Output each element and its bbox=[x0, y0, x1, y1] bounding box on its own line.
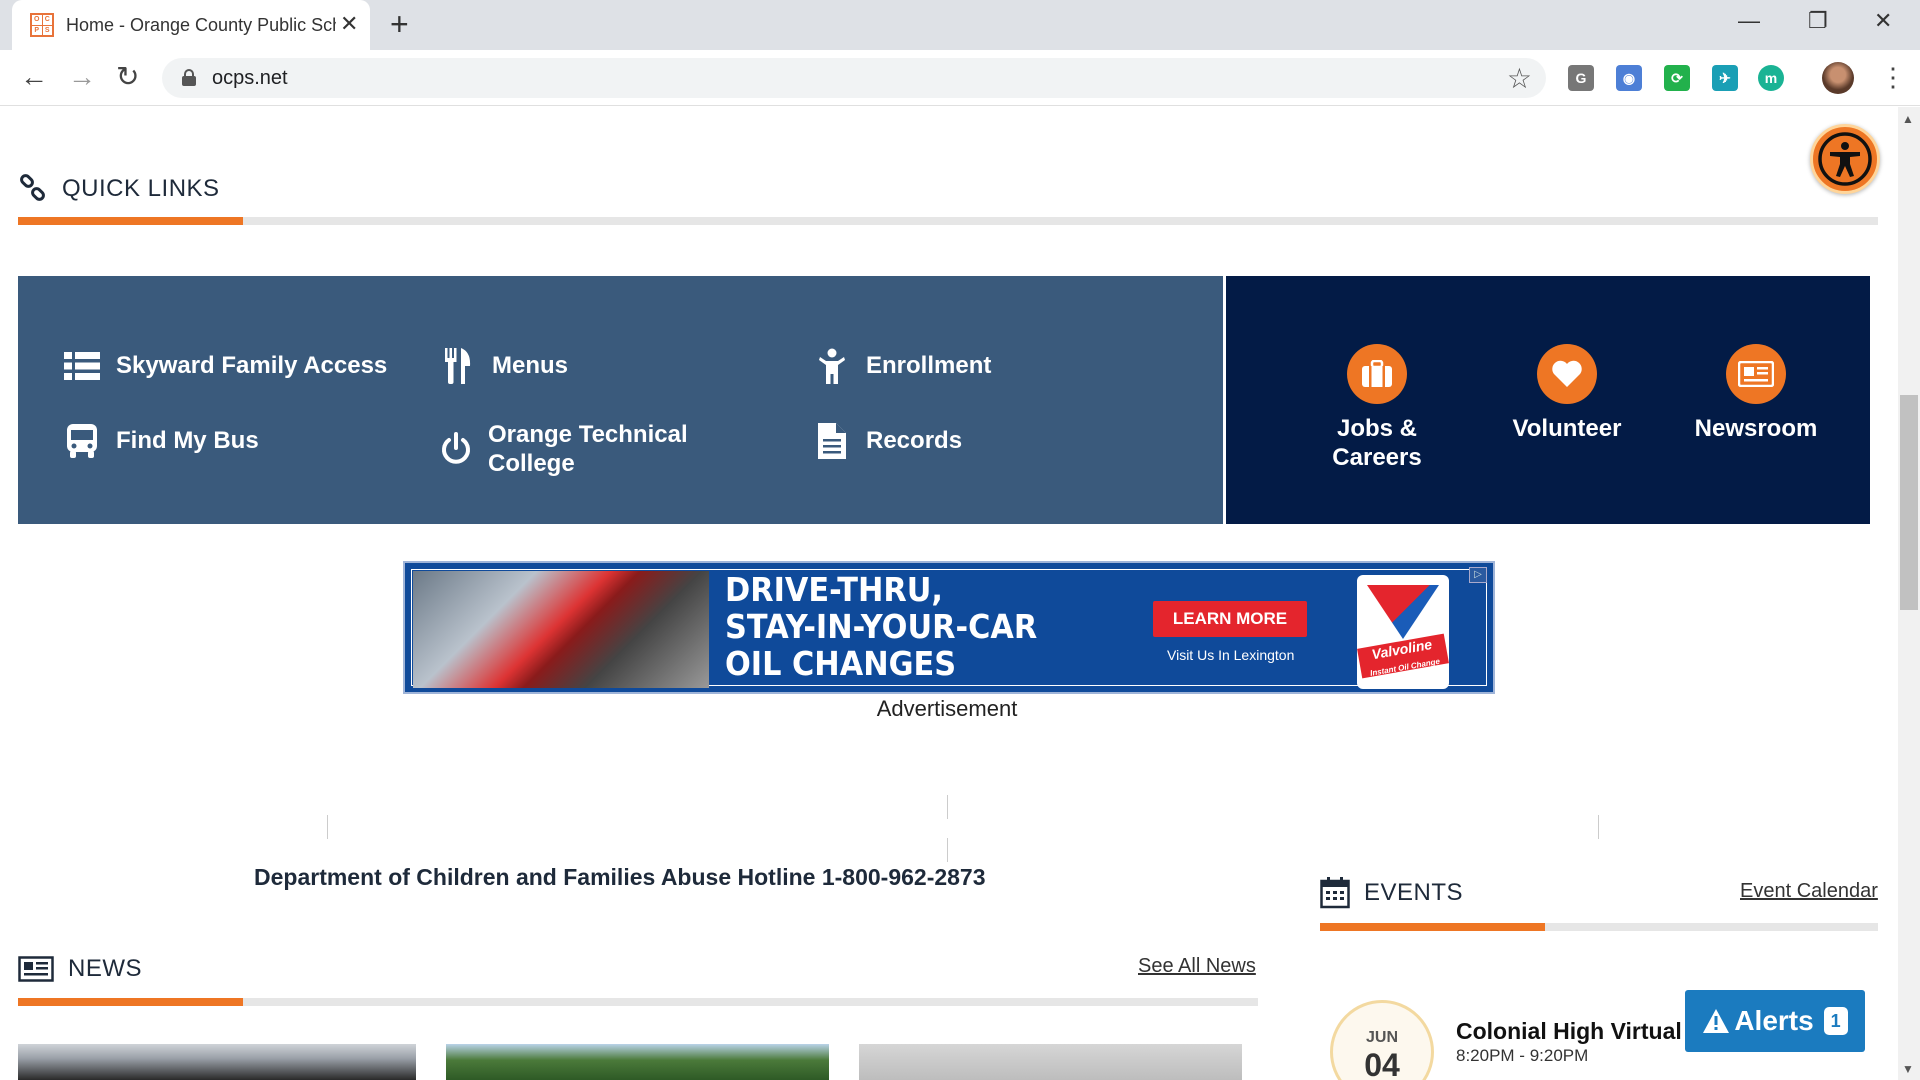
quick-link-skyward[interactable]: Skyward Family Access bbox=[64, 348, 387, 384]
divider bbox=[1598, 815, 1599, 839]
back-icon[interactable]: ← bbox=[20, 62, 48, 92]
advertisement-caption-row: Advertisement bbox=[0, 696, 1898, 722]
utensils-icon bbox=[440, 348, 476, 384]
scroll-up-icon[interactable]: ▲ bbox=[1902, 112, 1914, 126]
featured-link-volunteer[interactable]: Volunteer bbox=[1482, 344, 1652, 443]
camera-extension-icon[interactable]: ◉ bbox=[1616, 65, 1642, 91]
m-extension-icon[interactable]: m bbox=[1758, 65, 1784, 91]
featured-link-label: Newsroom bbox=[1694, 415, 1818, 442]
browser-tab[interactable]: O C P S Home - Orange County Public Scho… bbox=[12, 0, 370, 50]
ad-subtext: Visit Us In Lexington bbox=[1167, 647, 1295, 663]
briefcase-icon bbox=[1347, 344, 1407, 404]
alerts-count-badge: 1 bbox=[1823, 1007, 1848, 1035]
ad-choices-icon[interactable]: ▷ bbox=[1469, 567, 1487, 583]
see-all-news-link[interactable]: See All News bbox=[1138, 955, 1256, 978]
list-icon bbox=[64, 348, 100, 384]
event-calendar-link[interactable]: Event Calendar bbox=[1740, 880, 1878, 903]
newspaper-icon bbox=[18, 956, 54, 982]
forward-icon[interactable]: → bbox=[68, 62, 96, 92]
restore-icon[interactable]: ❐ bbox=[1808, 6, 1828, 36]
featured-link-label: Jobs & Careers bbox=[1332, 415, 1422, 471]
quick-link-orange-technical-college[interactable]: Orange Technical College bbox=[440, 420, 700, 478]
ad-learn-more-button[interactable]: LEARN MORE bbox=[1153, 601, 1307, 637]
events-underline bbox=[1320, 923, 1878, 931]
events-title: EVENTS bbox=[1364, 879, 1464, 906]
bus-icon bbox=[64, 423, 100, 459]
minimize-icon[interactable]: — bbox=[1738, 6, 1760, 36]
news-heading: NEWS bbox=[18, 955, 142, 983]
event-title-link[interactable]: Colonial High Virtual bbox=[1456, 1018, 1682, 1045]
new-tab-icon[interactable]: + bbox=[390, 8, 409, 40]
featured-link-label: Volunteer bbox=[1512, 415, 1622, 442]
event-date-badge: JUN 04 bbox=[1330, 1000, 1434, 1080]
child-icon bbox=[814, 348, 850, 384]
url-text[interactable]: ocps.net bbox=[212, 67, 288, 90]
browser-menu-icon[interactable]: ⋮ bbox=[1880, 62, 1906, 92]
divider bbox=[327, 815, 328, 839]
featured-link-newsroom[interactable]: Newsroom bbox=[1671, 344, 1841, 443]
heart-icon bbox=[1537, 344, 1597, 404]
address-bar[interactable]: ocps.net ☆ bbox=[162, 58, 1546, 98]
sync-extension-icon[interactable]: ⟳ bbox=[1664, 65, 1690, 91]
featured-link-jobs-careers[interactable]: Jobs & Careers bbox=[1292, 344, 1462, 472]
lock-icon bbox=[182, 69, 196, 86]
reload-icon[interactable]: ↻ bbox=[116, 62, 139, 92]
tab-strip: O C P S Home - Orange County Public Scho… bbox=[0, 0, 1920, 50]
event-time: 8:20PM - 9:20PM bbox=[1456, 1046, 1589, 1065]
ad-headline: DRIVE-THRU, STAY-IN-YOUR-CAR OIL CHANGES bbox=[725, 570, 1038, 683]
profile-avatar[interactable] bbox=[1822, 62, 1854, 94]
bookmark-star-icon[interactable]: ☆ bbox=[1507, 62, 1532, 95]
power-icon bbox=[440, 431, 472, 467]
advertisement-banner[interactable]: DRIVE-THRU, STAY-IN-YOUR-CAR OIL CHANGES… bbox=[403, 561, 1495, 694]
quick-links-underline bbox=[18, 217, 1878, 225]
quick-links-heading: QUICK LINKS bbox=[18, 174, 220, 204]
window-close-icon[interactable]: ✕ bbox=[1874, 6, 1892, 36]
valvoline-logo: Valvoline Instant Oil Change bbox=[1357, 575, 1449, 689]
news-card-image[interactable] bbox=[18, 1044, 416, 1080]
alerts-button[interactable]: Alerts 1 bbox=[1685, 990, 1865, 1052]
tab-title: Home - Orange County Public Schools bbox=[66, 15, 336, 35]
scroll-down-icon[interactable]: ▼ bbox=[1902, 1062, 1914, 1076]
featured-links-panel: Jobs & Careers Volunteer Newsroom bbox=[1226, 276, 1870, 524]
news-card-image[interactable] bbox=[859, 1044, 1242, 1080]
scrollbar-thumb[interactable] bbox=[1900, 395, 1918, 610]
document-icon bbox=[814, 423, 850, 459]
ocps-favicon-icon: O C P S bbox=[30, 13, 54, 37]
accessibility-button[interactable] bbox=[1810, 124, 1880, 194]
badge-extension-icon[interactable]: ✈ bbox=[1712, 65, 1738, 91]
link-icon bbox=[20, 174, 45, 201]
event-month: JUN bbox=[1365, 1029, 1398, 1046]
quick-link-records[interactable]: Records bbox=[814, 423, 962, 459]
quick-links-title: QUICK LINKS bbox=[62, 175, 220, 202]
close-tab-icon[interactable]: ✕ bbox=[340, 12, 358, 36]
events-heading: EVENTS bbox=[1320, 877, 1463, 909]
quick-link-enrollment[interactable]: Enrollment bbox=[814, 348, 991, 384]
news-title: NEWS bbox=[68, 955, 142, 982]
divider bbox=[947, 795, 948, 819]
accessibility-icon bbox=[1818, 132, 1872, 186]
advertisement-caption: Advertisement bbox=[876, 696, 1018, 721]
news-underline bbox=[18, 998, 1258, 1006]
quick-link-find-my-bus[interactable]: Find My Bus bbox=[64, 423, 259, 459]
browser-toolbar: ← → ↻ ocps.net ☆ G ◉ ⟳ ✈ m ⋮ bbox=[0, 50, 1920, 106]
calendar-icon bbox=[1320, 877, 1350, 909]
ad-photo bbox=[413, 571, 709, 688]
abuse-hotline-text: Department of Children and Families Abus… bbox=[254, 864, 986, 890]
news-card-image[interactable] bbox=[446, 1044, 829, 1080]
quick-link-menus[interactable]: Menus bbox=[440, 348, 568, 384]
divider bbox=[947, 838, 948, 862]
alerts-label: Alerts bbox=[1734, 1005, 1814, 1036]
warning-icon bbox=[1703, 1009, 1730, 1033]
g-extension-icon[interactable]: G bbox=[1568, 65, 1594, 91]
newspaper-icon bbox=[1726, 344, 1786, 404]
event-day: 04 bbox=[1364, 1047, 1400, 1080]
quick-links-panel: Skyward Family Access Menus Enrollment F… bbox=[18, 276, 1223, 524]
